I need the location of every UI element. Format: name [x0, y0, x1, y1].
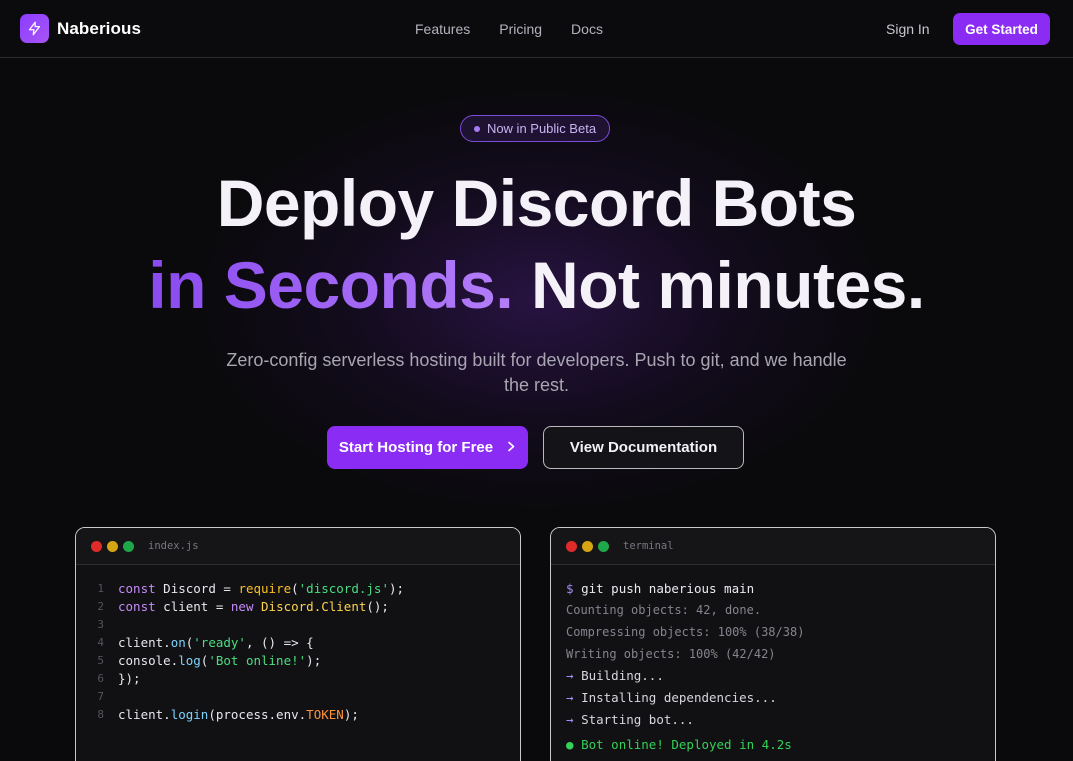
hero-subtitle: Zero-config serverless hosting built for… — [226, 350, 847, 395]
prompt-symbol: $ — [566, 581, 574, 596]
terminal-step: → Starting bot... — [566, 711, 804, 733]
badge-dot-icon — [473, 125, 480, 132]
hero-title-rest: Not minutes. — [531, 248, 925, 322]
view-documentation-button[interactable]: View Documentation — [543, 426, 744, 469]
minimize-dot-icon — [107, 540, 118, 552]
hero-title-accent: in Seconds. — [148, 248, 514, 322]
lightning-bolt-icon — [20, 14, 49, 43]
code-body: 1 const Discord = require('discord.js'); … — [76, 580, 404, 724]
sign-in-link[interactable]: Sign In — [886, 21, 930, 37]
code-line: 2 const client = new Discord.Client(); — [76, 598, 404, 616]
terminal-output-line: Writing objects: 100% (42/42) — [566, 647, 776, 661]
nav-links: Features Pricing Docs — [415, 21, 603, 37]
nav-link-docs[interactable]: Docs — [571, 21, 603, 37]
brand[interactable]: Naberious — [20, 14, 141, 43]
code-line: 3 — [76, 616, 404, 634]
terminal-step: → Installing dependencies... — [566, 689, 804, 711]
close-dot-icon — [566, 540, 577, 552]
maximize-dot-icon — [598, 540, 609, 552]
code-line: 4 client.on('ready', () => { — [76, 634, 404, 652]
code-line: 7 — [76, 688, 404, 706]
brand-name: Naberious — [57, 18, 142, 38]
beta-badge: Now in Public Beta — [460, 115, 610, 142]
window-controls — [91, 540, 134, 552]
start-hosting-label: Start Hosting for Free — [338, 439, 494, 456]
nav-link-features[interactable]: Features — [415, 21, 470, 37]
terminal-output-line: Compressing objects: 100% (38/38) — [566, 625, 805, 639]
terminal-success-label: Bot online! Deployed in 4.2s — [581, 737, 792, 752]
maximize-dot-icon — [123, 540, 134, 552]
line-number: 7 — [97, 690, 104, 703]
terminal-step-label: Starting bot... — [581, 712, 694, 727]
terminal-titlebar: terminal — [551, 528, 995, 565]
line-number: 3 — [97, 618, 104, 631]
terminal-step: → Building... — [566, 667, 804, 689]
arrow-right-icon: → — [566, 690, 574, 705]
line-number: 2 — [97, 600, 104, 613]
editor-filename: index.js — [148, 540, 199, 552]
start-hosting-button[interactable]: Start Hosting for Free — [327, 426, 528, 469]
arrow-right-icon: → — [566, 712, 574, 727]
get-started-button[interactable]: Get Started — [953, 13, 1050, 45]
hero-title-line-1: Deploy Discord Bots — [216, 166, 857, 240]
code-line: 6}); — [76, 670, 404, 688]
terminal-command: git push naberious main — [581, 581, 755, 596]
terminal-body: $ git push naberious main Counting objec… — [566, 580, 804, 758]
badge-label: Now in Public Beta — [486, 121, 597, 136]
window-controls — [566, 540, 609, 552]
minimize-dot-icon — [582, 540, 593, 552]
terminal-step-label: Building... — [581, 668, 664, 683]
top-nav: Naberious Features Pricing Docs Sign In … — [0, 0, 1073, 58]
terminal-title: terminal — [623, 540, 674, 552]
code-line: 8 client.login(process.env.TOKEN); — [76, 706, 404, 724]
terminal-panel: terminal $ git push naberious main Count… — [550, 527, 996, 761]
arrow-right-icon: → — [566, 668, 574, 683]
line-number: 8 — [97, 708, 104, 721]
terminal-command-line: $ git push naberious main — [566, 580, 804, 601]
line-number: 6 — [97, 672, 104, 685]
code-editor-panel: index.js 1 const Discord = require('disco… — [75, 527, 521, 761]
editor-titlebar: index.js — [76, 528, 520, 565]
nav-link-pricing[interactable]: Pricing — [499, 21, 542, 37]
code-line: 5 console.log('Bot online!'); — [76, 652, 404, 670]
close-dot-icon — [91, 540, 102, 552]
terminal-output-line: Counting objects: 42, done. — [566, 603, 762, 617]
terminal-success-line: ● Bot online! Deployed in 4.2s — [566, 736, 804, 758]
status-dot-icon: ● — [566, 737, 574, 752]
terminal-step-label: Installing dependencies... — [581, 690, 777, 705]
chevron-right-icon — [507, 439, 516, 456]
hero-title-line-2: in Seconds. Not minutes. — [0, 252, 1073, 318]
line-number: 1 — [97, 582, 104, 595]
line-number: 4 — [97, 636, 104, 649]
code-line: 1 const Discord = require('discord.js'); — [76, 580, 404, 598]
line-number: 5 — [97, 654, 104, 667]
